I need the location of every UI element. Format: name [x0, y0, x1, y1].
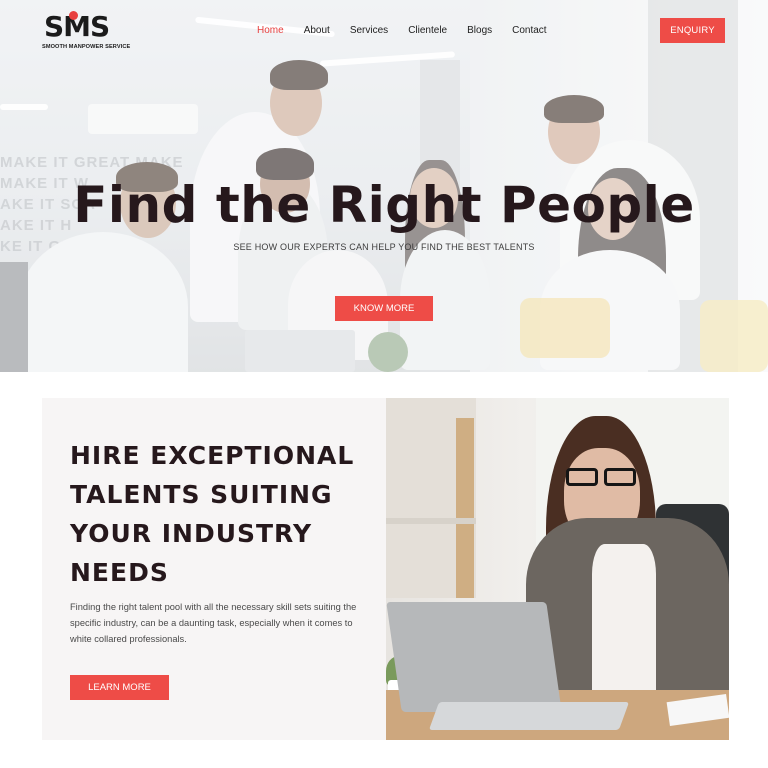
nav-item-clientele[interactable]: Clientele: [408, 24, 447, 38]
learn-more-button[interactable]: LEARN MORE: [70, 675, 169, 700]
main-nav: Home About Services Clientele Blogs Cont…: [257, 24, 567, 38]
nav-item-blogs[interactable]: Blogs: [467, 24, 492, 38]
logo-tagline: SMOOTH MANPOWER SERVICE: [42, 44, 131, 50]
enquiry-button[interactable]: ENQUIRY: [660, 18, 725, 43]
navbar: SMS SMOOTH MANPOWER SERVICE Home About S…: [0, 0, 768, 60]
hire-section-title: HIRE EXCEPTIONAL TALENTS SUITING YOUR IN…: [70, 441, 355, 587]
laptop-icon: [386, 602, 630, 738]
hire-section-description: Finding the right talent pool with all t…: [70, 602, 357, 644]
hero-section: MAKE IT GREAT MAKE MAKE IT W AKE IT SOA …: [0, 0, 768, 372]
nav-item-contact[interactable]: Contact: [512, 24, 546, 38]
hero-subtitle: SEE HOW OUR EXPERTS CAN HELP YOU FIND TH…: [233, 242, 535, 252]
logo-dot-icon: [69, 11, 78, 20]
woman-at-laptop-image: [386, 398, 729, 740]
nav-item-services[interactable]: Services: [350, 24, 388, 38]
glasses-icon: [564, 468, 640, 488]
hero-title: Find the Right People: [73, 176, 695, 234]
nav-item-about[interactable]: About: [304, 24, 330, 38]
nav-item-home[interactable]: Home: [257, 24, 284, 38]
know-more-button[interactable]: KNOW MORE: [335, 296, 433, 321]
site-logo[interactable]: SMS SMOOTH MANPOWER SERVICE: [42, 8, 130, 54]
